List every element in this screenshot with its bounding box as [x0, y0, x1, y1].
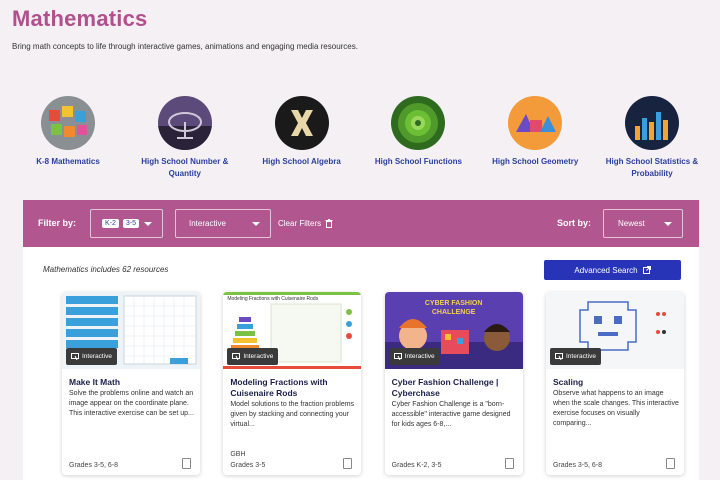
badge-label: Interactive — [565, 353, 596, 360]
bar-graph-icon — [624, 96, 679, 150]
subject-label: High School Algebra — [262, 157, 341, 166]
resource-card[interactable]: Interactive Make It Math Solve the probl… — [62, 292, 200, 475]
results-count: Mathematics includes 62 resources — [43, 265, 169, 274]
subject-label: High School Geometry — [492, 157, 579, 166]
fractal-spiral-icon — [391, 96, 446, 150]
interactive-icon — [71, 353, 79, 360]
page-description: Bring math concepts to life through inte… — [12, 42, 358, 51]
subject-label: High School Statistics & Probability — [605, 157, 699, 178]
card-description: Solve the problems online and watch an i… — [69, 390, 194, 417]
interactive-badge: Interactive — [549, 348, 601, 365]
save-icon[interactable] — [504, 458, 514, 469]
subject-algebra[interactable]: High School Algebra — [246, 96, 358, 180]
chevron-down-icon — [144, 222, 152, 226]
filter-bar: Filter by: K-2 3-5 Interactive Clear Fil… — [23, 200, 699, 247]
type-filter-value: Interactive — [189, 219, 226, 228]
badge-label: Interactive — [82, 353, 112, 360]
resource-cards: Interactive Make It Math Solve the probl… — [62, 292, 684, 475]
sort-dropdown[interactable]: Newest — [603, 209, 683, 238]
interactive-badge: Interactive — [66, 348, 117, 365]
card-grades: Grades 3-5, 6-8 — [69, 462, 119, 469]
interactive-badge: Interactive — [227, 348, 279, 365]
interactive-badge: Interactive — [388, 348, 440, 365]
card-grades: Grades K-2, 3-5 — [391, 462, 442, 469]
save-icon[interactable] — [182, 458, 191, 469]
grade-chip[interactable]: K-2 — [102, 219, 119, 228]
math-blocks-icon — [41, 96, 95, 150]
card-title[interactable]: Scaling — [553, 377, 679, 388]
card-grades: Grades 3-5 — [230, 462, 266, 469]
card-title[interactable]: Make It Math — [69, 377, 195, 388]
resource-card[interactable]: CYBER FASHION CHALLENGE Interactive Cybe… — [384, 292, 523, 475]
letter-x-icon — [274, 96, 329, 150]
interactive-icon — [393, 353, 402, 360]
save-icon[interactable] — [665, 458, 675, 469]
advanced-search-label: Advanced Search — [574, 265, 638, 275]
card-grades: Grades 3-5, 6-8 — [552, 462, 603, 469]
results-panel: Filter by: K-2 3-5 Interactive Clear Fil… — [23, 200, 699, 480]
subject-functions[interactable]: High School Functions — [362, 96, 474, 180]
subject-list: K-8 Mathematics High School Number & Qua… — [12, 96, 708, 180]
interactive-icon — [232, 353, 241, 360]
grade-chip[interactable]: 3-5 — [122, 219, 140, 228]
subject-geometry[interactable]: High School Geometry — [479, 96, 591, 180]
resource-card[interactable]: Interactive Scaling Observe what happens… — [545, 292, 684, 475]
chevron-down-icon — [664, 222, 672, 226]
card-image-caption: CYBER FASHION CHALLENGE — [424, 300, 483, 316]
clear-filters-label: Clear Filters — [278, 219, 322, 228]
subject-k8-mathematics[interactable]: K-8 Mathematics — [12, 96, 124, 180]
sort-label: Sort by: — [557, 218, 592, 228]
resource-card[interactable]: Modeling Fractions with Cuisenaire Rods … — [223, 292, 362, 475]
grade-filter-dropdown[interactable]: K-2 3-5 — [90, 209, 163, 238]
save-icon[interactable] — [343, 458, 353, 469]
page-title: Mathematics — [12, 6, 148, 31]
subject-label: K-8 Mathematics — [36, 157, 100, 166]
interactive-icon — [554, 353, 563, 360]
advanced-search-button[interactable]: Advanced Search — [544, 260, 681, 280]
type-filter-dropdown[interactable]: Interactive — [175, 209, 271, 238]
card-title[interactable]: Cyber Fashion Challenge | Cyberchase — [392, 377, 518, 399]
card-title[interactable]: Modeling Fractions with Cuisenaire Rods — [230, 377, 356, 399]
card-description: Observe what happens to an image when th… — [552, 390, 679, 427]
subject-label: High School Functions — [374, 157, 462, 166]
badge-label: Interactive — [404, 353, 435, 360]
chevron-down-icon — [252, 222, 260, 226]
badge-label: Interactive — [243, 353, 274, 360]
sort-value: Newest — [618, 219, 645, 228]
clear-filters-button[interactable]: Clear Filters — [278, 219, 333, 228]
radio-telescope-icon — [157, 96, 212, 150]
card-image-caption: Modeling Fractions with Cuisenaire Rods — [227, 296, 319, 302]
geometric-shapes-icon — [508, 96, 563, 150]
trash-icon — [325, 219, 333, 228]
card-publisher: GBH — [230, 451, 246, 458]
subject-number-quantity[interactable]: High School Number & Quantity — [129, 96, 241, 180]
subject-statistics-probability[interactable]: High School Statistics & Probability — [596, 96, 708, 180]
subject-label: High School Number & Quantity — [141, 157, 229, 178]
card-description: Model solutions to the fraction problems… — [230, 401, 355, 428]
filter-label: Filter by: — [38, 218, 77, 228]
card-description: Cyber Fashion Challenge is a "born-acces… — [391, 401, 511, 428]
external-link-icon — [642, 266, 651, 274]
